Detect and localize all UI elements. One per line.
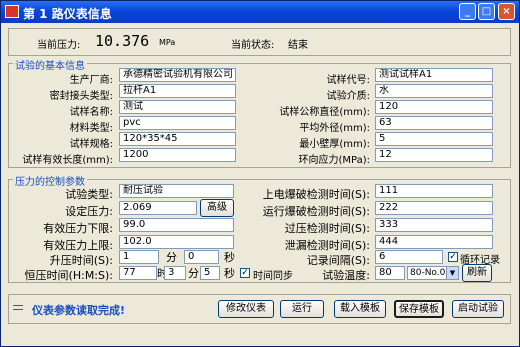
- status-message: 仪表参数读取完成!: [32, 304, 126, 317]
- check-mark-icon: ✓: [241, 268, 249, 278]
- test-medium-label: 试验介质:: [326, 91, 370, 102]
- leak-time-input[interactable]: 444: [375, 235, 493, 249]
- title-bar[interactable]: 第 1 路仪表信息 _ □ ×: [1, 1, 519, 23]
- advanced-button[interactable]: 高级: [200, 199, 234, 217]
- record-interval-label: 记录间隔(S):: [306, 254, 370, 267]
- hold-time-label: 恒压时间(H:M:S):: [24, 269, 113, 282]
- hold-second-input[interactable]: 5: [200, 266, 220, 280]
- hold-second-unit: 秒: [224, 267, 235, 280]
- refresh-button[interactable]: 刷新: [462, 264, 492, 282]
- sample-spec-label: 试样规格:: [69, 139, 113, 150]
- hold-minute-unit: 分: [188, 267, 199, 280]
- avg-outer-diameter-label: 平均外径(mm):: [299, 123, 370, 134]
- upper-limit-label: 有效压力上限:: [43, 239, 113, 252]
- nominal-diameter-input[interactable]: 120: [375, 100, 493, 114]
- save-template-button[interactable]: 保存模板: [394, 300, 444, 318]
- overpressure-time-input[interactable]: 333: [375, 218, 493, 232]
- hoop-stress-input[interactable]: 12: [375, 148, 493, 162]
- maximize-button[interactable]: □: [478, 3, 495, 20]
- hold-minute-input[interactable]: 3: [164, 266, 186, 280]
- rise-min-unit: 分: [166, 251, 177, 264]
- instrument-info-window: 第 1 路仪表信息 _ □ × 当前压力: 10.376 MPa 当前状态: 结…: [0, 0, 520, 347]
- test-type-label: 试验类型:: [65, 188, 113, 201]
- material-type-label: 材料类型:: [69, 123, 113, 134]
- pressure-label: 当前压力:: [37, 40, 81, 51]
- set-pressure-input[interactable]: 2.069: [119, 201, 197, 215]
- hold-hour-input[interactable]: 77: [119, 266, 157, 280]
- rise-sec-unit: 秒: [224, 251, 235, 264]
- overpressure-time-label: 过压检测时间(S):: [284, 222, 370, 235]
- loop-record-checkbox[interactable]: ✓: [448, 252, 458, 262]
- lower-limit-label: 有效压力下限:: [43, 222, 113, 235]
- rise-time-sec-input[interactable]: 0: [184, 250, 219, 264]
- rise-time-min-input[interactable]: 1: [119, 250, 159, 264]
- rise-time-label: 升压时间(S):: [49, 254, 113, 267]
- modify-instrument-button[interactable]: 修改仪表: [218, 300, 274, 318]
- min-wall-label: 最小壁厚(mm):: [299, 139, 370, 150]
- effective-length-input[interactable]: 1200: [119, 148, 236, 162]
- run-burst-time-input[interactable]: 222: [375, 201, 493, 215]
- sample-name-input[interactable]: 测试: [119, 100, 236, 114]
- hoop-stress-label: 环向应力(MPa):: [298, 155, 370, 166]
- window-title: 第 1 路仪表信息: [23, 7, 112, 21]
- test-type-input[interactable]: 耐压试验: [119, 184, 234, 198]
- run-button[interactable]: 运行: [280, 300, 324, 318]
- test-temp-label: 试验温度:: [322, 269, 370, 282]
- pressure-unit: MPa: [159, 38, 176, 47]
- power-burst-time-label: 上电爆破检测时间(S):: [262, 188, 370, 201]
- minimize-button[interactable]: _: [459, 3, 476, 20]
- temp-channel-select[interactable]: 80-No.01 ▼: [407, 266, 459, 280]
- separator-icon: [13, 304, 25, 314]
- sample-code-input[interactable]: 测试试样A1: [375, 68, 493, 82]
- check-mark-icon: ✓: [449, 252, 457, 262]
- seal-joint-input[interactable]: 拉杆A1: [119, 84, 236, 98]
- material-type-input[interactable]: pvc: [119, 116, 236, 130]
- set-pressure-label: 设定压力:: [65, 205, 113, 218]
- load-template-button[interactable]: 载入模板: [334, 300, 386, 318]
- test-temp-input[interactable]: 80: [375, 266, 405, 280]
- record-interval-input[interactable]: 6: [375, 250, 443, 264]
- nominal-diameter-label: 试样公称直径(mm):: [279, 107, 370, 118]
- effective-length-label: 试样有效长度(mm):: [22, 155, 113, 166]
- basic-info-legend: 试验的基本信息: [13, 57, 87, 72]
- chevron-down-icon: ▼: [446, 267, 458, 279]
- avg-outer-diameter-input[interactable]: 63: [375, 116, 493, 130]
- temp-channel-value: 80-No.01: [410, 268, 452, 278]
- run-burst-time-label: 运行爆破检测时间(S):: [262, 205, 370, 218]
- state-value: 结束: [288, 40, 308, 51]
- sample-code-label: 试样代号:: [326, 75, 370, 86]
- leak-time-label: 泄漏检测时间(S):: [284, 239, 370, 252]
- seal-joint-label: 密封接头类型:: [49, 91, 113, 102]
- manufacturer-input[interactable]: 承德精密试验机有限公司: [119, 68, 236, 82]
- min-wall-input[interactable]: 5: [375, 132, 493, 146]
- manufacturer-label: 生产厂商:: [69, 75, 113, 86]
- test-medium-input[interactable]: 水: [375, 84, 493, 98]
- close-button[interactable]: ×: [498, 3, 515, 20]
- pressure-value: 10.376: [95, 32, 150, 50]
- start-test-button[interactable]: 启动试验: [452, 300, 504, 318]
- state-label: 当前状态:: [231, 40, 275, 51]
- lower-limit-input[interactable]: 99.0: [119, 218, 234, 232]
- power-burst-time-input[interactable]: 111: [375, 184, 493, 198]
- sample-spec-input[interactable]: 120*35*45: [119, 132, 236, 146]
- upper-limit-input[interactable]: 102.0: [119, 235, 234, 249]
- app-icon: [5, 5, 19, 18]
- sample-name-label: 试样名称:: [69, 107, 113, 118]
